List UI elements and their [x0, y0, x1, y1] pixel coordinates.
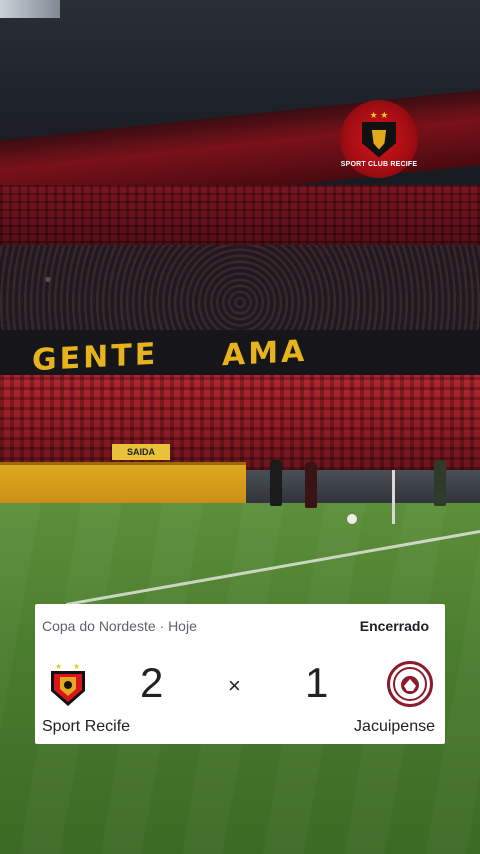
ball — [347, 514, 357, 524]
home-team-name: Sport Recife — [42, 718, 131, 735]
score-card-header: Copa do Nordeste · Hoje Encerrado — [42, 618, 429, 634]
club-logo-watermark: ★ ★ SPORT CLUB RECIFE — [340, 100, 418, 178]
away-score: 1 — [305, 659, 329, 706]
match-status: Encerrado — [359, 618, 429, 634]
banner-text-right: AMA — [222, 333, 308, 374]
home-score: 2 — [140, 659, 164, 706]
floodlight — [0, 0, 60, 18]
player — [270, 460, 282, 506]
shield-icon — [362, 121, 396, 158]
sport-recife-crest-icon: ★ ★ — [49, 661, 87, 707]
score-row: ★ ★ 2 × 1 — [35, 659, 445, 709]
jacuipense-crest-icon — [387, 661, 433, 707]
stars-icon: ★ ★ — [369, 109, 389, 120]
player — [305, 462, 317, 508]
svg-text:★: ★ — [73, 662, 80, 671]
club-logo-text: SPORT CLUB RECIFE — [340, 160, 418, 168]
svg-text:★: ★ — [55, 662, 62, 671]
competition-label: Copa do Nordeste · Hoje — [42, 618, 197, 634]
score-separator: × — [228, 673, 241, 698]
exit-sign: SAIDA — [112, 444, 170, 460]
player — [434, 460, 446, 506]
banner-text-left: GENTE — [32, 336, 159, 379]
lower-stand — [0, 375, 480, 470]
corner-flag-post — [392, 470, 395, 524]
advertising-board — [0, 462, 246, 507]
score-card[interactable]: Copa do Nordeste · Hoje Encerrado ★ ★ 2 … — [35, 604, 445, 744]
away-team-name: Jacuipense — [354, 718, 435, 735]
